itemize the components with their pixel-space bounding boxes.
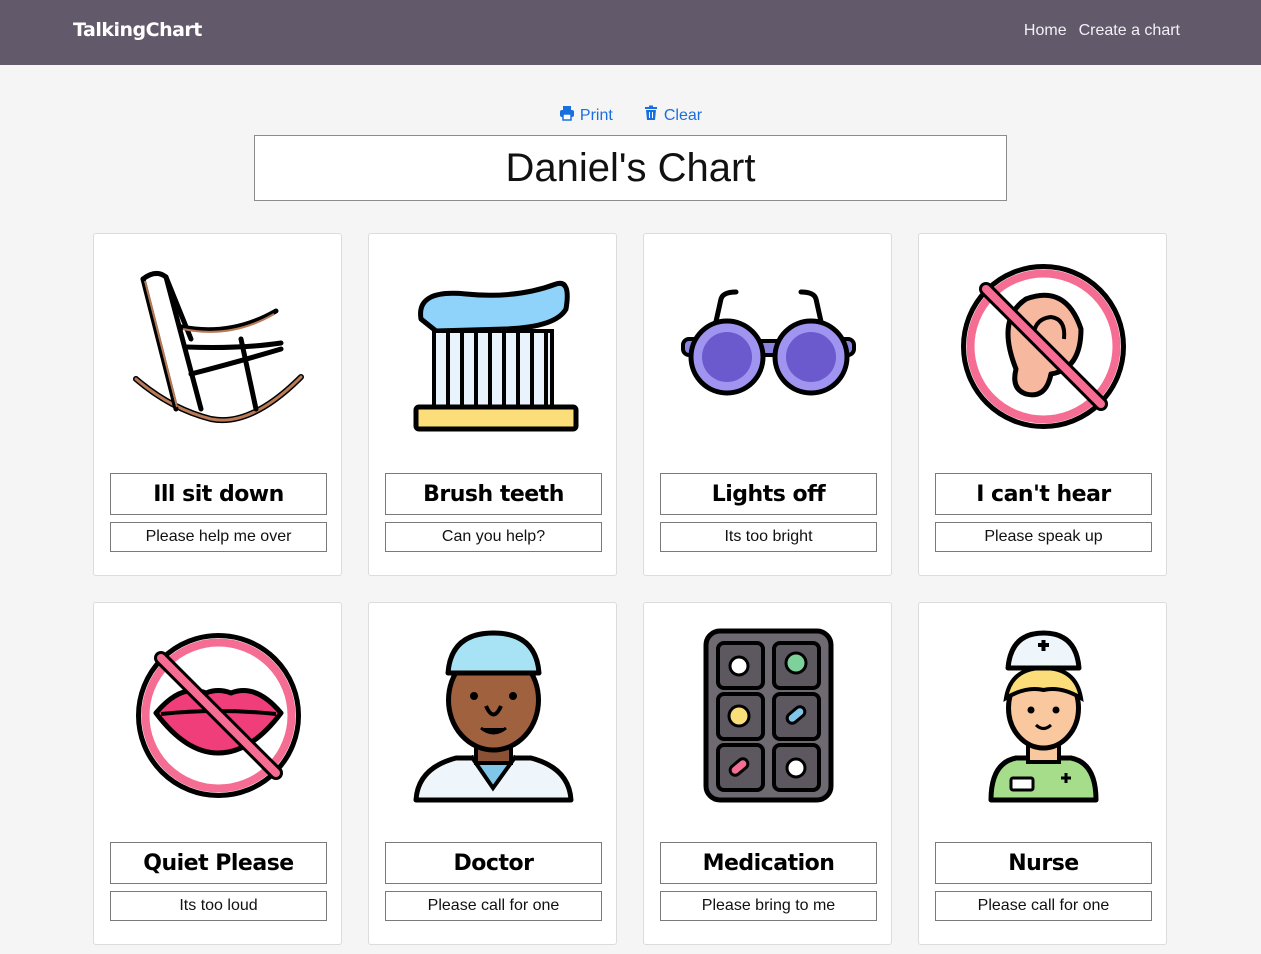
doctor-icon: [406, 628, 581, 803]
no-talking-icon: [131, 628, 306, 803]
clear-button[interactable]: Clear: [643, 105, 702, 126]
card-subtitle[interactable]: Its too loud: [110, 891, 327, 921]
chart-card[interactable]: Nurse Please call for one: [918, 602, 1167, 945]
card-subtitle[interactable]: Please call for one: [385, 891, 602, 921]
chart-card[interactable]: Quiet Please Its too loud: [93, 602, 342, 945]
chart-card[interactable]: Brush teeth Can you help?: [368, 233, 617, 576]
printer-icon: [559, 105, 575, 126]
chart-card[interactable]: Doctor Please call for one: [368, 602, 617, 945]
card-label[interactable]: Quiet Please: [110, 842, 327, 884]
card-label[interactable]: Brush teeth: [385, 473, 602, 515]
chart-card[interactable]: I can't hear Please speak up: [918, 233, 1167, 576]
card-subtitle[interactable]: Please speak up: [935, 522, 1152, 552]
chart-card[interactable]: Lights off Its too bright: [643, 233, 892, 576]
print-label: Print: [579, 106, 613, 124]
nav-home-link[interactable]: Home: [1024, 22, 1067, 40]
card-label[interactable]: Lights off: [660, 473, 877, 515]
card-subtitle[interactable]: Please help me over: [110, 522, 327, 552]
trash-icon: [643, 105, 659, 126]
sunglasses-icon: [681, 259, 856, 434]
chart-card[interactable]: Medication Please bring to me: [643, 602, 892, 945]
rocking-chair-icon: [131, 259, 306, 434]
print-button[interactable]: Print: [559, 105, 613, 126]
nav-links: Home Create a chart: [1024, 22, 1180, 40]
card-label[interactable]: Medication: [660, 842, 877, 884]
chart-actions: Print Clear: [0, 105, 1261, 126]
brand-logo[interactable]: TalkingChart: [73, 19, 202, 41]
card-subtitle[interactable]: Its too bright: [660, 522, 877, 552]
no-hearing-icon: [956, 259, 1131, 434]
clear-label: Clear: [663, 106, 703, 124]
card-label[interactable]: Nurse: [935, 842, 1152, 884]
nav-create-chart-link[interactable]: Create a chart: [1079, 22, 1180, 40]
card-subtitle[interactable]: Please call for one: [935, 891, 1152, 921]
chart-card[interactable]: Ill sit down Please help me over: [93, 233, 342, 576]
pill-box-icon: [681, 628, 856, 803]
nurse-icon: [956, 628, 1131, 803]
card-label[interactable]: I can't hear: [935, 473, 1152, 515]
card-label[interactable]: Ill sit down: [110, 473, 327, 515]
card-subtitle[interactable]: Can you help?: [385, 522, 602, 552]
navbar: TalkingChart Home Create a chart: [0, 0, 1261, 65]
toothbrush-icon: [406, 259, 581, 434]
chart-title-input[interactable]: Daniel's Chart: [254, 135, 1007, 201]
card-subtitle[interactable]: Please bring to me: [660, 891, 877, 921]
card-label[interactable]: Doctor: [385, 842, 602, 884]
